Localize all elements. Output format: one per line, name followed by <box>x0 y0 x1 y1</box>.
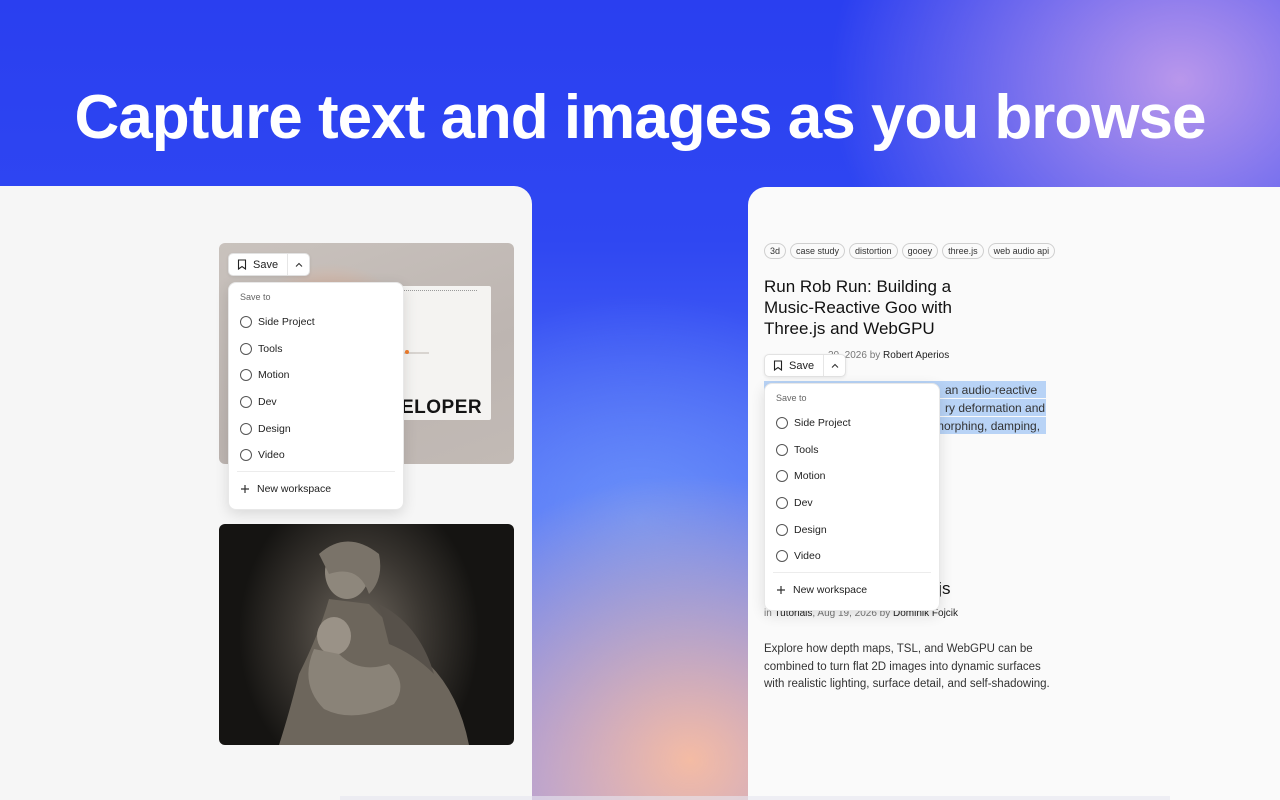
bookmark-icon <box>237 259 247 270</box>
radio-icon <box>776 497 788 510</box>
statue-image <box>279 541 469 745</box>
article-title[interactable]: Run Rob Run: Building a Music-Reactive G… <box>764 276 984 339</box>
tag[interactable]: 3d <box>764 243 787 259</box>
radio-icon <box>240 316 252 329</box>
workspace-option[interactable]: Tools <box>776 437 851 464</box>
highlighted-text: morphing, damping, <box>934 419 1041 433</box>
workspace-option[interactable]: Motion <box>240 362 315 389</box>
workspace-option[interactable]: Video <box>776 543 851 570</box>
right-browser-panel: 3d case study distortion gooey three.js … <box>748 187 1280 800</box>
workspace-option[interactable]: Design <box>776 516 851 543</box>
workspace-option[interactable]: Dev <box>240 389 315 416</box>
workspace-option[interactable]: Dev <box>776 490 851 517</box>
radio-icon <box>240 422 252 435</box>
author-link[interactable]: Robert Aperios <box>883 350 949 361</box>
tag[interactable]: distortion <box>849 243 898 259</box>
chevron-up-icon <box>295 262 302 267</box>
tag[interactable]: case study <box>790 243 846 259</box>
article-excerpt: Explore how depth maps, TSL, and WebGPU … <box>764 643 1050 691</box>
bottom-strip <box>340 796 1170 800</box>
menu-divider <box>237 471 395 472</box>
save-dropdown-toggle[interactable] <box>824 355 845 376</box>
workspace-option[interactable]: Side Project <box>776 410 851 437</box>
radio-icon <box>776 470 788 483</box>
article-meta: 20, 2026 by Robert Aperios <box>828 350 950 361</box>
radio-icon <box>776 550 788 563</box>
save-to-menu: Save to Side Project Tools Motion Dev De… <box>228 282 404 510</box>
menu-divider <box>773 572 931 573</box>
save-toolbar: Save <box>764 354 847 377</box>
radio-icon <box>776 417 788 430</box>
save-toolbar: Save <box>228 253 311 276</box>
bookmark-icon <box>773 360 783 371</box>
saved-image-card-statue[interactable] <box>219 524 514 745</box>
workspace-option[interactable]: Design <box>240 415 315 442</box>
save-label: Save <box>253 258 279 271</box>
tag[interactable]: three.js <box>942 243 984 259</box>
new-workspace-button[interactable]: New workspace <box>776 584 867 596</box>
save-button[interactable]: Save <box>229 254 289 275</box>
workspace-option[interactable]: Video <box>240 442 315 469</box>
tag[interactable]: web audio api <box>987 243 1056 259</box>
chevron-up-icon <box>831 363 838 368</box>
tag[interactable]: gooey <box>901 243 939 259</box>
card-word: ELOPER <box>401 397 483 418</box>
save-dropdown-toggle[interactable] <box>288 254 309 275</box>
left-browser-panel: ELOPER Save Save to Side Project Tools M… <box>0 186 532 800</box>
tag-list: 3d case study distortion gooey three.js … <box>764 243 1056 259</box>
headline: Capture text and images as you browse <box>74 83 1206 152</box>
menu-heading: Save to <box>240 292 271 302</box>
radio-icon <box>776 523 788 536</box>
radio-icon <box>776 443 788 456</box>
new-workspace-button[interactable]: New workspace <box>240 483 331 495</box>
highlighted-text: an audio-reactive <box>945 383 1038 397</box>
highlighted-text: ry deformation and <box>945 401 1046 415</box>
radio-icon <box>240 369 252 382</box>
radio-icon <box>240 396 252 409</box>
menu-heading: Save to <box>776 393 807 403</box>
save-label: Save <box>789 359 815 372</box>
radio-icon <box>240 342 252 355</box>
save-button[interactable]: Save <box>765 355 825 376</box>
plus-icon <box>241 485 249 493</box>
workspace-option[interactable]: Side Project <box>240 309 315 336</box>
workspace-option[interactable]: Motion <box>776 463 851 490</box>
plus-icon <box>777 586 785 594</box>
save-to-menu: Save to Side Project Tools Motion Dev De… <box>764 383 940 611</box>
workspace-option[interactable]: Tools <box>240 336 315 363</box>
radio-icon <box>240 449 252 462</box>
